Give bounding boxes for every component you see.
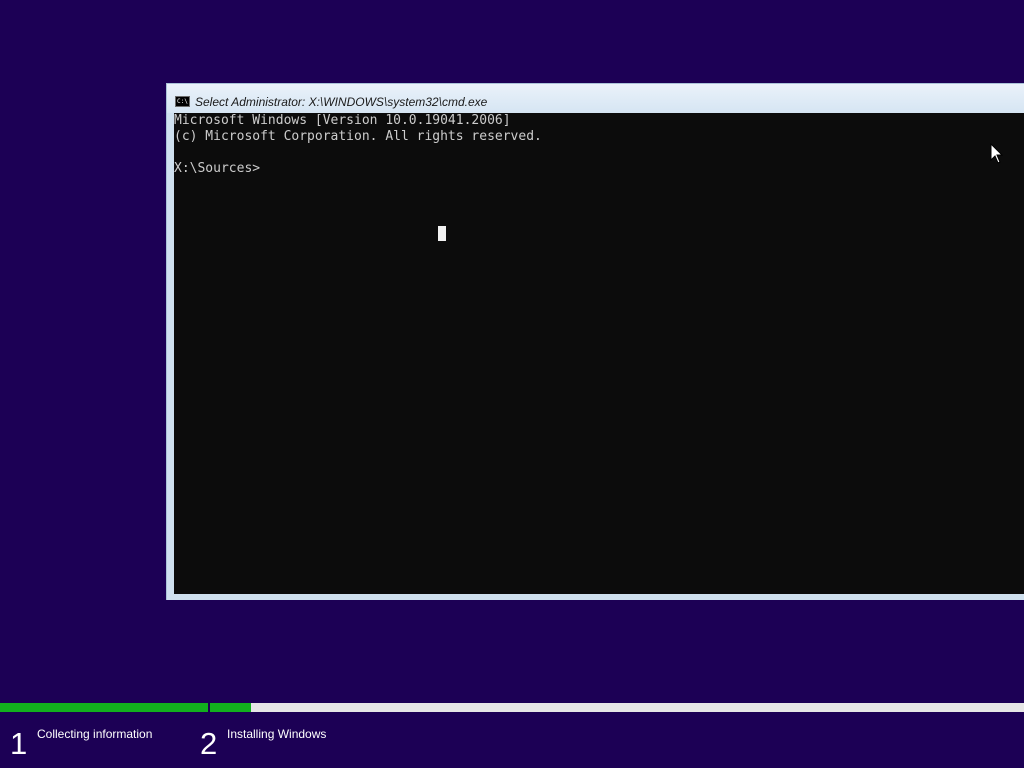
cmd-icon: C:\	[175, 96, 190, 107]
setup-screen: C:\ Select Administrator: X:\WINDOWS\sys…	[0, 0, 1024, 768]
text-cursor	[438, 226, 446, 241]
progress-fill-step-2	[210, 703, 251, 712]
step-2-label: Installing Windows	[227, 727, 327, 741]
mouse-pointer-icon	[990, 143, 1004, 164]
window-title: Select Administrator: X:\WINDOWS\system3…	[195, 95, 488, 109]
progress-bar-step-1	[0, 703, 208, 712]
console-output[interactable]: Microsoft Windows [Version 10.0.19041.20…	[174, 113, 1024, 594]
progress-fill-step-1	[0, 703, 208, 712]
step-1-label: Collecting information	[37, 727, 153, 741]
console-line: (c) Microsoft Corporation. All rights re…	[174, 129, 542, 144]
cmd-window[interactable]: C:\ Select Administrator: X:\WINDOWS\sys…	[166, 83, 1024, 600]
step-1-number: 1	[10, 726, 28, 761]
step-2-number: 2	[200, 726, 218, 761]
console-line: Microsoft Windows [Version 10.0.19041.20…	[174, 113, 511, 128]
progress-bar-step-2	[210, 703, 1024, 712]
title-bar[interactable]: C:\ Select Administrator: X:\WINDOWS\sys…	[167, 84, 1024, 113]
console-prompt: X:\Sources>	[174, 161, 261, 176]
